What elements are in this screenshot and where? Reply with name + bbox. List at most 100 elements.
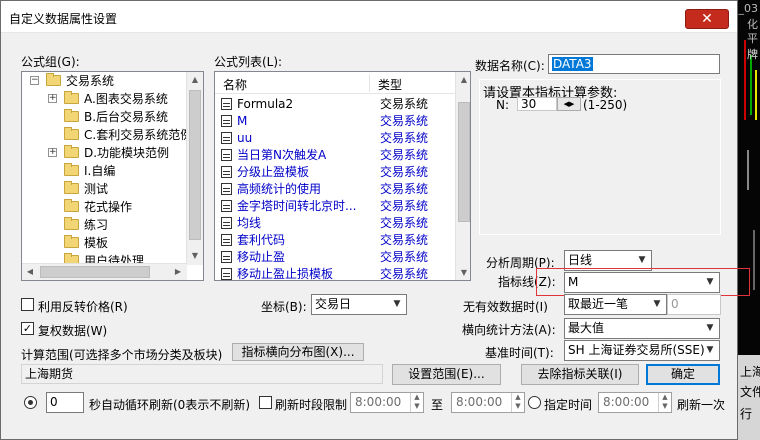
- axis-label: 坐标(B):: [261, 300, 307, 314]
- time-spinner[interactable]: ▲ ▼: [410, 393, 423, 412]
- formula-file-icon: [221, 183, 232, 195]
- refresh-time-from[interactable]: 8:00:00 ▲ ▼: [350, 392, 424, 413]
- param-n-input[interactable]: 30: [517, 97, 557, 111]
- scroll-right-icon[interactable]: ▶: [170, 264, 186, 280]
- formula-name: Formula2: [237, 97, 294, 111]
- folder-icon: [64, 235, 79, 248]
- invalid-data-number[interactable]: 0: [667, 294, 721, 315]
- refresh-seconds-input[interactable]: 0: [46, 392, 84, 413]
- formula-row[interactable]: 套利代码 交易系统: [215, 232, 455, 249]
- formula-group-tree[interactable]: 用户待处理 模板 练习 花式操作 测试 I.自编 + D.功能模块范例 C.套利交易系统范例 B.…: [21, 71, 204, 281]
- chevron-down-icon: ▼: [393, 299, 401, 309]
- tree-item[interactable]: − 交易系统: [22, 72, 187, 90]
- period-refresh-checkbox[interactable]: [259, 396, 272, 409]
- formula-list[interactable]: 名称 类型 ▲ ▼ Formula2 交易系统 M 交易系统 uu 交易系统 当日第N次触发…: [214, 71, 471, 281]
- tree-vertical-scrollbar[interactable]: ▲ ▼: [186, 72, 203, 265]
- spin-down-icon[interactable]: ▼: [662, 402, 667, 410]
- formula-row[interactable]: uu 交易系统: [215, 130, 455, 147]
- base-time-select[interactable]: SH 上海证券交易所(SSE) ▼: [564, 340, 720, 361]
- spin-down-icon[interactable]: ▼: [414, 402, 419, 410]
- formula-row[interactable]: 当日第N次触发A 交易系统: [215, 147, 455, 164]
- formula-row[interactable]: 高频统计的使用 交易系统: [215, 181, 455, 198]
- axis-select[interactable]: 交易日 ▼: [311, 294, 407, 315]
- formula-row[interactable]: 均线 交易系统: [215, 215, 455, 232]
- scroll-thumb[interactable]: [189, 90, 201, 240]
- scroll-down-icon[interactable]: ▼: [456, 265, 470, 280]
- spin-up-icon[interactable]: ▲: [515, 393, 520, 401]
- horizontal-stat-select[interactable]: 最大值 ▼: [564, 318, 720, 339]
- tree-item[interactable]: 花式操作: [22, 198, 187, 216]
- scroll-up-icon[interactable]: ▲: [456, 72, 470, 88]
- formula-file-icon: [221, 149, 232, 161]
- chevron-down-icon: ▼: [706, 323, 714, 333]
- tree-item[interactable]: + D.功能模块范例: [22, 144, 187, 162]
- column-header-type[interactable]: 类型: [378, 76, 402, 93]
- time-spinner[interactable]: ▲ ▼: [511, 393, 524, 412]
- calc-range-field[interactable]: 上海期货: [21, 364, 383, 384]
- specified-time-radio[interactable]: [528, 396, 541, 409]
- formula-row[interactable]: 分级止盈模板 交易系统: [215, 164, 455, 181]
- invalid-data-value: 取最近一笔: [568, 297, 629, 311]
- refresh-time-to[interactable]: 8:00:00 ▲ ▼: [451, 392, 525, 413]
- formula-name: 移动止盈止损模板: [237, 267, 334, 281]
- formula-row[interactable]: Formula2 交易系统: [215, 96, 455, 113]
- tree-item[interactable]: I.自编: [22, 162, 187, 180]
- tree-item[interactable]: C.套利交易系统范例: [22, 126, 192, 144]
- remove-link-button[interactable]: 去除指标关联(I): [521, 364, 639, 385]
- scroll-down-icon[interactable]: ▼: [187, 248, 203, 264]
- scroll-thumb[interactable]: [40, 266, 150, 278]
- tree-item[interactable]: + A.图表交易系统: [22, 90, 187, 108]
- invalid-data-select[interactable]: 取最近一笔 ▼: [564, 294, 667, 315]
- spin-right-icon[interactable]: ▶: [569, 100, 574, 108]
- tree-item[interactable]: 练习: [22, 216, 187, 234]
- scroll-left-icon[interactable]: ◀: [22, 264, 38, 280]
- tree-item-label: 花式操作: [84, 200, 133, 214]
- tree-item-label: 练习: [84, 218, 109, 232]
- auto-refresh-radio[interactable]: [24, 396, 37, 409]
- specified-time-input[interactable]: 8:00:00 ▲ ▼: [598, 392, 672, 413]
- reverse-price-checkbox[interactable]: [21, 298, 34, 311]
- formula-row[interactable]: 金字塔时间转北京时... 交易系统: [215, 198, 455, 215]
- collapse-icon[interactable]: −: [30, 76, 39, 85]
- base-time-value: SH 上海证券交易所(SSE): [568, 343, 705, 357]
- tree-item-label: 交易系统: [66, 74, 115, 88]
- expand-icon[interactable]: +: [48, 94, 57, 103]
- spin-down-icon[interactable]: ▼: [515, 402, 520, 410]
- distribution-chart-button[interactable]: 指标横向分布图(X)...: [232, 343, 364, 361]
- formula-row[interactable]: 移动止盈止损模板 交易系统: [215, 266, 455, 281]
- scroll-thumb[interactable]: [458, 102, 470, 222]
- time-spinner[interactable]: ▲ ▼: [658, 393, 671, 412]
- column-divider[interactable]: [369, 74, 370, 92]
- title-bar[interactable]: 自定义数据属性设置 ✕: [1, 1, 737, 33]
- tree-item[interactable]: 模板: [22, 234, 187, 252]
- formula-type: 交易系统: [380, 233, 429, 247]
- spin-up-icon[interactable]: ▲: [662, 393, 667, 401]
- formula-type: 交易系统: [380, 148, 429, 162]
- tree-horizontal-scrollbar[interactable]: ◀ ▶: [22, 263, 187, 280]
- adjusted-data-checkbox[interactable]: ✓: [21, 322, 34, 335]
- formula-row[interactable]: M 交易系统: [215, 113, 455, 130]
- invalid-data-number-value: 0: [671, 297, 679, 311]
- column-header-name[interactable]: 名称: [223, 76, 247, 93]
- formula-group-label: 公式组(G):: [21, 55, 80, 69]
- ok-button[interactable]: 确定: [646, 364, 720, 385]
- close-button[interactable]: ✕: [685, 9, 729, 29]
- period-value: 日线: [568, 253, 593, 267]
- formula-list-label: 公式列表(L):: [214, 55, 283, 69]
- list-vertical-scrollbar[interactable]: ▲ ▼: [455, 72, 470, 280]
- horizontal-stat-value: 最大值: [568, 321, 605, 335]
- scroll-up-icon[interactable]: ▲: [187, 72, 203, 88]
- formula-file-icon: [221, 132, 232, 144]
- tree-item[interactable]: 测试: [22, 180, 187, 198]
- set-range-button[interactable]: 设置范围(E)...: [392, 364, 501, 385]
- formula-file-icon: [221, 200, 232, 212]
- data-name-input[interactable]: DATA3: [548, 54, 720, 74]
- expand-icon[interactable]: +: [48, 148, 57, 157]
- param-n-spinner[interactable]: ◀▶: [557, 97, 581, 111]
- spin-up-icon[interactable]: ▲: [414, 393, 419, 401]
- formula-row[interactable]: 移动止盈 交易系统: [215, 249, 455, 266]
- specified-time-value: 8:00:00: [603, 395, 650, 409]
- data-name-label: 数据名称(C):: [475, 59, 545, 73]
- tree-item[interactable]: B.后台交易系统: [22, 108, 187, 126]
- axis-value: 交易日: [315, 297, 352, 311]
